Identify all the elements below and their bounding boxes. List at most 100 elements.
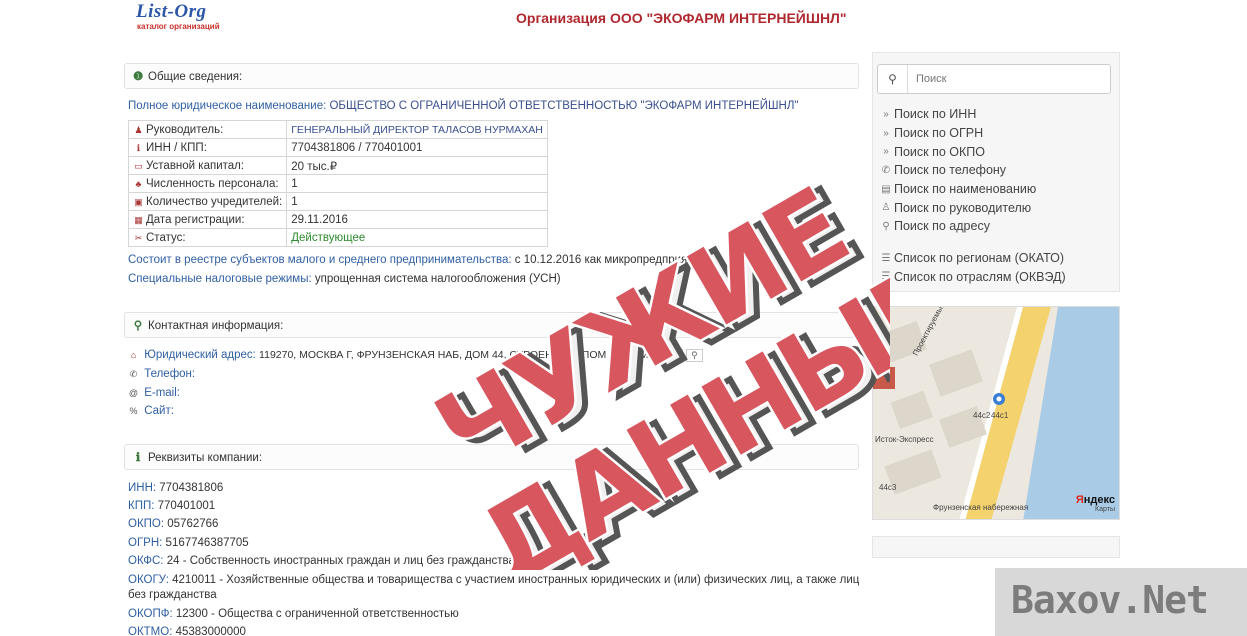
link-icon: % <box>129 406 138 416</box>
map-button[interactable]: ▥ <box>664 349 683 362</box>
list-icon: ☰ <box>881 252 891 264</box>
requisite-label: КПП: <box>128 500 155 512</box>
sidebar-search: ⚲ <box>877 64 1111 94</box>
info-table-value: 20 тыс.₽ <box>286 156 548 175</box>
info-table-label: Дата регистрации: <box>146 213 245 226</box>
info-table-row: ▭ Уставной капитал: 20 тыс.₽ <box>127 156 548 175</box>
map-building-label: 44с3 <box>879 483 897 492</box>
contact-section-heading: ⚲ Контактная информация: <box>124 312 859 338</box>
requisite-row: ОКПО: 05762766 <box>128 518 218 530</box>
info-table-row: ▦ Дата регистрации: 29.11.2016 <box>127 210 548 229</box>
chevron-right-icon: » <box>883 127 889 139</box>
address-value: 119270, МОСКВА Г, ФРУНЗЕНСКАЯ НАБ, ДОМ 4… <box>259 349 658 361</box>
money-icon: ▭ <box>134 160 143 171</box>
info-table-label: Численность персонала: <box>146 177 279 190</box>
requisite-row: ОГРН: 5167746387705 <box>128 537 249 549</box>
requisite-value: 12300 - Общества с ограниченной ответств… <box>175 608 459 620</box>
sidebar-link[interactable]: » Поиск по ОГРН <box>879 124 1115 143</box>
watermark-text: Baxov.Net <box>1011 578 1209 622</box>
info-table-label-cell: ▭ Уставной капитал: <box>127 156 288 175</box>
sidebar-search-links: » Поиск по ИНН » Поиск по ОГРН » Поиск по ОКП… <box>879 105 1115 236</box>
map-building-label: 44с2 <box>973 411 991 420</box>
info-table-row: ℹ ИНН / КПП: 7704381806 / 770401001 <box>127 138 548 157</box>
info-table-label-cell: ✂ Статус: <box>127 228 288 247</box>
requisite-row: ОКОПФ: 12300 - Общества с ограниченной о… <box>128 608 459 620</box>
location-map[interactable]: Проектируемый пр. 44с2 44с1 Исток-Экспре… <box>872 306 1120 520</box>
info-table-value: 29.11.2016 <box>286 210 548 229</box>
map-embankment-label: Фрунзенская набережная <box>933 503 1029 512</box>
sidebar-link-label: Список по отраслям (ОКВЭД) <box>894 269 1066 284</box>
info-table-value: Действующее <box>286 228 548 247</box>
user-icon: ♙ <box>881 202 891 214</box>
sidebar-link[interactable]: » Поиск по ОКПО <box>879 142 1115 161</box>
full-name-row: Полное юридическое наименование: ОБЩЕСТВ… <box>128 100 798 112</box>
info-table-value: 1 <box>286 192 548 211</box>
info-circle-icon: ❶ <box>133 71 144 83</box>
general-heading-text: Общие сведения: <box>148 71 243 83</box>
sidebar-link[interactable]: ☰ Список по отраслям (ОКВЭД) <box>879 268 1115 287</box>
general-info-table: ♟ Руководитель: ГЕНЕРАЛЬНЫЙ ДИРЕКТОР ТАЛАС… <box>127 120 548 247</box>
site-logo[interactable]: List-Org каталог организаций <box>136 2 236 34</box>
sidebar-link[interactable]: ▤ Поиск по наименованию <box>879 180 1115 199</box>
user-icon: ♟ <box>134 124 143 135</box>
requisite-value: 770401001 <box>157 500 216 512</box>
requisite-row: ОКОГУ: 4210011 - Хозяйственные общества … <box>128 574 859 586</box>
requisite-value: 24 - Собственность иностранных граждан и… <box>166 555 515 567</box>
site-row: % Сайт: <box>128 405 174 417</box>
sidebar-link-label: Поиск по руководителю <box>894 200 1032 215</box>
sme-row: Состоит в реестре субъектов малого и сре… <box>128 254 705 266</box>
info-table-label: ИНН / КПП: <box>146 141 207 154</box>
requisite-value: без гражданства <box>128 589 217 601</box>
info-table-label: Статус: <box>146 231 186 244</box>
address-label: Юридический адрес: <box>144 349 256 361</box>
sidebar-link[interactable]: ♙ Поиск по руководителю <box>879 198 1115 217</box>
info-icon: ℹ <box>136 142 141 153</box>
search-input[interactable] <box>908 65 1110 93</box>
calendar-icon: ▦ <box>134 214 143 225</box>
yandex-maps-logo: Яндекс Карты <box>1075 494 1115 513</box>
requisite-label: ОКПО: <box>128 518 165 530</box>
map-marker-icon: ⚲ <box>882 220 890 232</box>
requisite-label: ОКОГУ: <box>128 574 169 586</box>
requisite-value: 45383000000 <box>175 626 246 636</box>
requisite-label: ОКТМО: <box>128 626 173 636</box>
stamp-line2: ДАННЫЕ <box>459 242 890 570</box>
info-table-label-cell: ▣ Количество учредителей: <box>127 192 288 211</box>
tax-value: упрощенная система налогообложения (УСН) <box>314 273 561 285</box>
requisite-value: 4210011 - Хозяйственные общества и товар… <box>172 574 860 586</box>
info-table-row: ✂ Статус: Действующее <box>127 228 548 247</box>
info-table-label: Руководитель: <box>146 123 224 136</box>
sidebar-link[interactable]: ✆ Поиск по телефону <box>879 161 1115 180</box>
email-label: E-mail: <box>144 387 180 399</box>
search-icon[interactable]: ⚲ <box>878 65 908 93</box>
sidebar-link[interactable]: ⚲ Поиск по адресу <box>879 217 1115 236</box>
page-title: Организация ООО "ЭКОФАРМ ИНТЕРНЕЙШНЛ" <box>516 10 847 26</box>
sme-value: с 10.12.2016 как микропредприятие <box>514 254 706 266</box>
requisite-row: ИНН: 7704381806 <box>128 482 223 494</box>
sidebar-link[interactable]: ☰ Список по регионам (ОКАТО) <box>879 249 1115 268</box>
site-label: Сайт: <box>144 405 174 417</box>
logo-text: List-Org <box>136 1 207 22</box>
sidebar-link-label: Поиск по телефону <box>894 163 1007 178</box>
info-table-label: Количество учредителей: <box>146 195 283 208</box>
sidebar-link[interactable]: » Поиск по ИНН <box>879 105 1115 124</box>
watermark-box: Baxov.Net <box>995 568 1247 636</box>
info-table-row: ▣ Количество учредителей: 1 <box>127 192 548 211</box>
sidebar-link-label: Список по регионам (ОКАТО) <box>894 251 1065 266</box>
info-table-label-cell: ♣ Численность персонала: <box>127 174 288 193</box>
sme-label: Состоит в реестре субъектов малого и сре… <box>128 254 512 266</box>
sidebar-link-label: Поиск по адресу <box>894 219 990 234</box>
requisite-row: ОКТМО: 45383000000 <box>128 626 246 636</box>
contact-heading-text: Контактная информация: <box>148 320 284 332</box>
email-row: @ E-mail: <box>128 387 180 399</box>
full-name-link[interactable]: ОБЩЕСТВО С ОГРАНИЧЕННОЙ ОТВЕТСТВЕННОСТЬЮ… <box>329 100 798 112</box>
requisites-heading-text: Реквизиты компании: <box>148 452 263 464</box>
search-address-button[interactable]: ⚲ <box>686 349 703 362</box>
info-table-label-cell: ♟ Руководитель: <box>127 120 288 139</box>
info-table-value[interactable]: ГЕНЕРАЛЬНЫЙ ДИРЕКТОР ТАЛАСОВ НУРМАХАН <box>286 120 548 139</box>
map-marker-icon: ⚲ <box>133 320 143 332</box>
requisites-section-heading: ℹ Реквизиты компании: <box>124 444 859 470</box>
document-icon: ▤ <box>881 183 891 195</box>
info-table-label-cell: ▦ Дата регистрации: <box>127 210 288 229</box>
requisite-value: 5167746387705 <box>165 537 249 549</box>
